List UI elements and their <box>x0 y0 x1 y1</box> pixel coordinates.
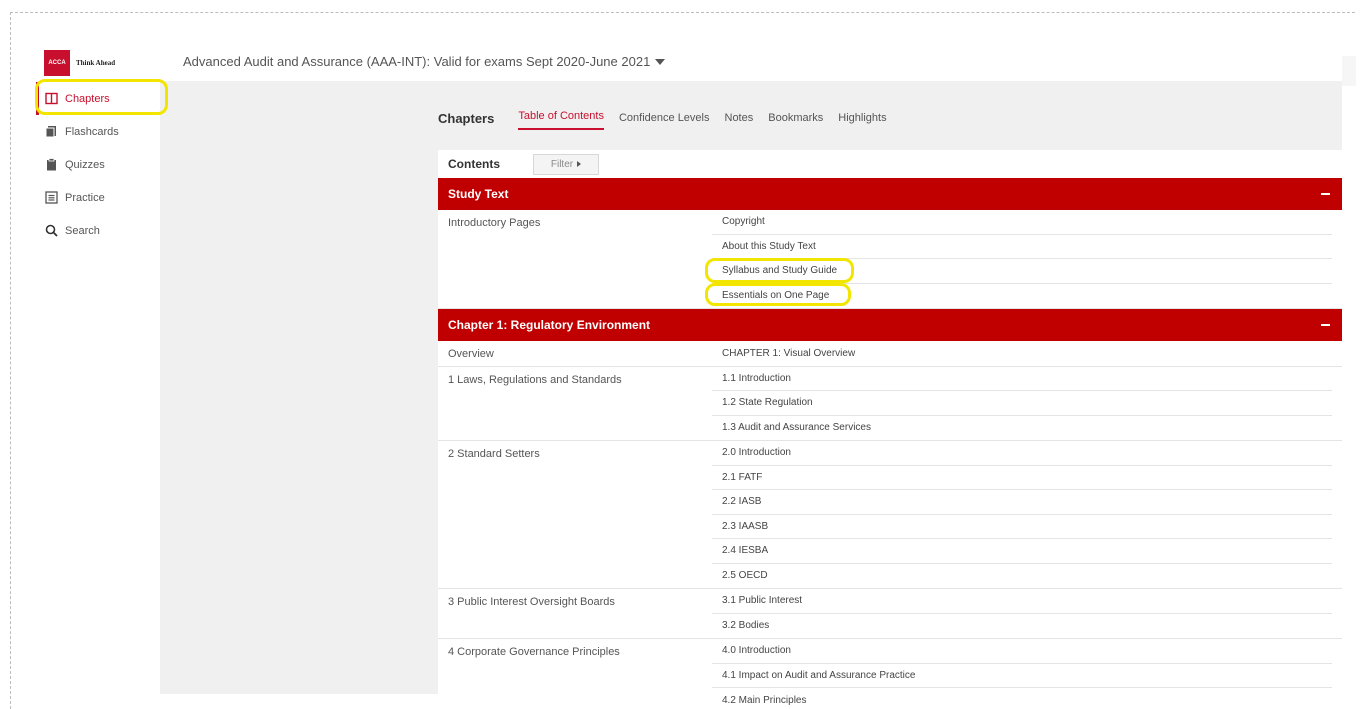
toc-group: 4 Corporate Governance Principles 4.0 Int… <box>438 639 1342 709</box>
sidebar-item-label: Search <box>65 224 100 237</box>
section-title: Chapter 1: Regulatory Environment <box>448 318 651 332</box>
collapse-icon[interactable] <box>1321 193 1330 195</box>
logo-tagline: Think Ahead <box>76 59 116 67</box>
toc-item-list: CHAPTER 1: Visual Overview <box>712 341 1342 366</box>
section-header[interactable]: Chapter 1: Regulatory Environment <box>438 309 1342 341</box>
sidebar-item-search[interactable]: Search <box>36 214 160 247</box>
toc-item-link[interactable]: 4.0 Introduction <box>712 639 1332 664</box>
sidebar: ACCA Think Ahead Chapters Flashcards Qui… <box>36 42 160 702</box>
toc-item-link[interactable]: 2.4 IESBA <box>712 539 1332 564</box>
tab-table-of-contents[interactable]: Table of Contents <box>518 110 604 130</box>
flashcards-icon <box>45 125 58 138</box>
contents-header: Contents Filter <box>438 150 1342 178</box>
sidebar-item-label: Flashcards <box>65 125 119 138</box>
practice-icon <box>45 191 58 204</box>
section-title: Study Text <box>448 187 509 201</box>
tab-confidence-levels[interactable]: Confidence Levels <box>619 112 710 130</box>
sidebar-item-flashcards[interactable]: Flashcards <box>36 115 160 148</box>
toc-item-list: 4.0 Introduction 4.1 Impact on Audit and … <box>712 639 1342 709</box>
dashed-frame-left <box>10 12 11 709</box>
logo-mark: ACCA <box>44 50 70 76</box>
toc-item-list: 2.0 Introduction 2.1 FATF 2.2 IASB 2.3 IAAS… <box>712 441 1342 588</box>
toc-group: 1 Laws, Regulations and Standards 1.1 Int… <box>438 367 1342 441</box>
toc-item-link[interactable]: 1.3 Audit and Assurance Services <box>712 416 1332 441</box>
toc-group: Overview CHAPTER 1: Visual Overview <box>438 341 1342 367</box>
toc-item-link[interactable]: 2.0 Introduction <box>712 441 1332 466</box>
chapter-tabs: Chapters Table of Contents Confidence Le… <box>438 100 1342 132</box>
toc-group: 3 Public Interest Oversight Boards 3.1 Pu… <box>438 589 1342 639</box>
sidebar-item-chapters[interactable]: Chapters <box>36 82 160 115</box>
tabs-heading: Chapters <box>438 111 495 126</box>
contents-panel: Contents Filter Study Text Introductory P… <box>438 150 1342 709</box>
toc-item-link[interactable]: 1.1 Introduction <box>712 367 1332 391</box>
sidebar-nav: Chapters Flashcards Quizzes Practice Sea… <box>36 82 160 247</box>
toc-item-link[interactable]: Essentials on One Page <box>712 284 1332 309</box>
sidebar-item-label: Chapters <box>65 92 110 105</box>
search-icon <box>45 224 58 237</box>
book-icon <box>45 92 58 105</box>
tab-notes[interactable]: Notes <box>725 112 754 130</box>
sidebar-item-practice[interactable]: Practice <box>36 181 160 214</box>
toc-item-link[interactable]: 3.2 Bodies <box>712 614 1332 639</box>
course-selector[interactable]: Advanced Audit and Assurance (AAA-INT): … <box>183 54 666 69</box>
toc-item-list: 1.1 Introduction 1.2 State Regulation 1.3 … <box>712 367 1342 441</box>
sidebar-item-label: Practice <box>65 191 105 204</box>
toc-group-label: Introductory Pages <box>448 217 541 229</box>
toc-group: 2 Standard Setters 2.0 Introduction 2.1 FA… <box>438 441 1342 589</box>
caret-right-icon <box>577 161 582 167</box>
acca-logo[interactable]: ACCA Think Ahead <box>44 50 115 76</box>
collapse-icon[interactable] <box>1321 324 1330 326</box>
toc-item-link[interactable]: 3.1 Public Interest <box>712 589 1332 614</box>
toc-group-label: 2 Standard Setters <box>448 448 540 460</box>
course-title: Advanced Audit and Assurance (AAA-INT): … <box>183 54 651 69</box>
filter-label: Filter <box>550 158 574 170</box>
toc-item-link[interactable]: 4.2 Main Principles <box>712 688 1332 709</box>
toc-group: Introductory Pages Copyright About this St… <box>438 210 1342 309</box>
toc-item-link[interactable]: 2.2 IASB <box>712 490 1332 515</box>
sections-list: Study Text Introductory Pages Copyright Abo… <box>438 178 1342 709</box>
filter-button[interactable]: Filter <box>533 153 599 175</box>
toc-item-link[interactable]: About this Study Text <box>712 235 1332 259</box>
toc-item-link[interactable]: 1.2 State Regulation <box>712 391 1332 416</box>
toc-item-link[interactable]: CHAPTER 1: Visual Overview <box>712 341 1332 366</box>
toc-group-label: 3 Public Interest Oversight Boards <box>448 596 615 608</box>
clipboard-icon <box>45 158 58 171</box>
toc-item-link[interactable]: Copyright <box>712 210 1332 235</box>
tab-bookmarks[interactable]: Bookmarks <box>768 112 823 130</box>
dashed-frame-top <box>10 12 1355 13</box>
section-header[interactable]: Study Text <box>438 178 1342 210</box>
caret-down-icon <box>655 59 666 65</box>
toc-item-link[interactable]: 2.1 FATF <box>712 466 1332 490</box>
panel-edge <box>1342 56 1356 86</box>
toc-item-link[interactable]: Syllabus and Study Guide <box>712 259 1332 284</box>
toc-item-list: 3.1 Public Interest 3.2 Bodies <box>712 589 1342 638</box>
tab-highlights[interactable]: Highlights <box>838 112 886 130</box>
toc-item-list: Copyright About this Study Text Syllabus a… <box>712 210 1342 308</box>
contents-label: Contents <box>448 157 500 171</box>
toc-group-label: Overview <box>448 348 494 360</box>
sidebar-item-quizzes[interactable]: Quizzes <box>36 148 160 181</box>
toc-item-link[interactable]: 4.1 Impact on Audit and Assurance Practi… <box>712 664 1332 688</box>
toc-item-link[interactable]: 2.5 OECD <box>712 564 1332 589</box>
toc-item-link[interactable]: 2.3 IAASB <box>712 515 1332 539</box>
toc-group-label: 4 Corporate Governance Principles <box>448 646 620 658</box>
toc-group-label: 1 Laws, Regulations and Standards <box>448 373 622 386</box>
sidebar-item-label: Quizzes <box>65 158 105 171</box>
